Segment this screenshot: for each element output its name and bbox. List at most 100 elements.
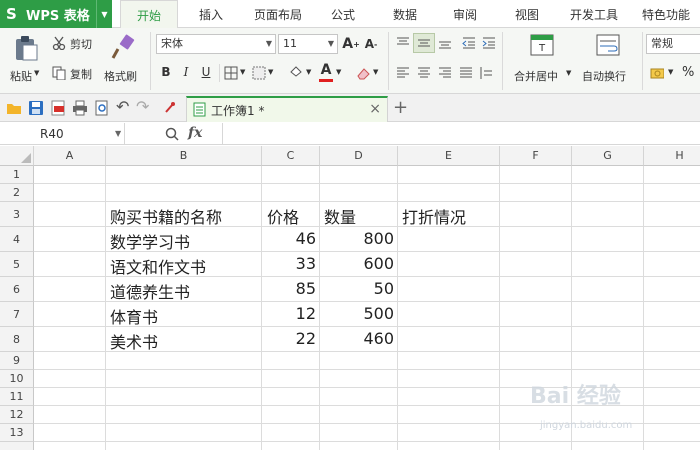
- align-top-icon[interactable]: [396, 36, 410, 50]
- cell-c7[interactable]: 12: [262, 304, 316, 323]
- align-left-icon[interactable]: [396, 66, 410, 80]
- cell-b8[interactable]: 美术书: [110, 329, 158, 353]
- decrease-indent-icon[interactable]: [462, 36, 476, 50]
- export-pdf-icon[interactable]: [50, 100, 66, 116]
- tab-data[interactable]: 数据: [380, 0, 430, 28]
- chevron-down-icon[interactable]: ▼: [268, 68, 273, 76]
- justify-icon[interactable]: [459, 66, 473, 80]
- align-bottom-icon[interactable]: [438, 36, 452, 50]
- insert-function-button[interactable]: fx: [188, 125, 202, 141]
- chevron-down-icon[interactable]: ▼: [240, 68, 245, 76]
- print-icon[interactable]: [72, 100, 88, 116]
- tab-formulas[interactable]: 公式: [318, 0, 368, 28]
- row-header-12[interactable]: 12: [0, 406, 34, 424]
- cell-c4[interactable]: 46: [262, 229, 316, 248]
- column-header-a[interactable]: A: [34, 146, 106, 166]
- underline-icon[interactable]: U: [198, 64, 214, 80]
- increase-indent-icon[interactable]: [482, 36, 496, 50]
- format-painter-button[interactable]: 格式刷: [102, 32, 144, 90]
- font-color-icon[interactable]: A: [318, 62, 334, 78]
- cell-b7[interactable]: 体育书: [110, 304, 158, 328]
- document-tab[interactable]: 工作簿1 * ×: [186, 96, 388, 122]
- font-size-select[interactable]: 11 ▼: [278, 34, 338, 54]
- row-header-5[interactable]: 5: [0, 252, 34, 277]
- tab-developer[interactable]: 开发工具: [564, 0, 624, 28]
- borders-icon[interactable]: [224, 66, 238, 80]
- tab-view[interactable]: 视图: [502, 0, 552, 28]
- row-header-9[interactable]: 9: [0, 352, 34, 370]
- close-icon[interactable]: ×: [369, 101, 381, 117]
- save-icon[interactable]: [28, 100, 44, 116]
- italic-icon[interactable]: I: [178, 64, 194, 80]
- merge-center-button[interactable]: T 合并居中 ▼: [510, 32, 576, 90]
- customize-toolbar-icon[interactable]: [164, 100, 180, 116]
- tab-review[interactable]: 审阅: [440, 0, 490, 28]
- align-middle-button[interactable]: [413, 33, 435, 53]
- row-header-3[interactable]: 3: [0, 202, 34, 227]
- row-header-8[interactable]: 8: [0, 327, 34, 352]
- cell-b4[interactable]: 数学学习书: [110, 229, 190, 253]
- bold-icon[interactable]: B: [158, 64, 174, 80]
- row-header-6[interactable]: 6: [0, 277, 34, 302]
- redo-icon[interactable]: ↷: [136, 97, 152, 116]
- copy-button[interactable]: 复制: [52, 64, 100, 82]
- tab-insert[interactable]: 插入: [186, 0, 236, 28]
- row-header-11[interactable]: 11: [0, 388, 34, 406]
- fill-pattern-icon[interactable]: [252, 66, 266, 80]
- cell-c8[interactable]: 22: [262, 329, 316, 348]
- tab-home[interactable]: 开始: [120, 0, 178, 29]
- cell-c5[interactable]: 33: [262, 254, 316, 273]
- row-header-2[interactable]: 2: [0, 184, 34, 202]
- print-preview-icon[interactable]: [94, 100, 110, 116]
- column-header-f[interactable]: F: [500, 146, 572, 166]
- cell-c3[interactable]: 价格: [267, 204, 299, 228]
- cell-c6[interactable]: 85: [262, 279, 316, 298]
- decrease-font-icon[interactable]: A-: [363, 36, 379, 52]
- clear-format-icon[interactable]: [356, 66, 370, 80]
- formula-input[interactable]: [222, 123, 700, 145]
- cell-d3[interactable]: 数量: [324, 204, 356, 228]
- column-header-b[interactable]: B: [106, 146, 262, 166]
- cell-d4[interactable]: 800: [320, 229, 394, 248]
- chevron-down-icon[interactable]: ▼: [115, 123, 121, 145]
- number-format-select[interactable]: 常规: [646, 34, 700, 54]
- align-center-icon[interactable]: [417, 66, 431, 80]
- new-tab-icon[interactable]: +: [393, 97, 408, 118]
- cell-d5[interactable]: 600: [320, 254, 394, 273]
- column-header-h[interactable]: H: [644, 146, 700, 166]
- undo-icon[interactable]: ↶: [116, 97, 132, 116]
- column-header-e[interactable]: E: [398, 146, 500, 166]
- wrap-text-button[interactable]: 自动换行: [580, 32, 636, 90]
- row-header-13[interactable]: 13: [0, 424, 34, 442]
- row-header-1[interactable]: 1: [0, 166, 34, 184]
- row-header-4[interactable]: 4: [0, 227, 34, 252]
- row-header-10[interactable]: 10: [0, 370, 34, 388]
- chevron-down-icon[interactable]: ▼: [96, 0, 112, 28]
- open-folder-icon[interactable]: [6, 100, 22, 116]
- tab-page-layout[interactable]: 页面布局: [246, 0, 310, 28]
- tab-special[interactable]: 特色功能: [636, 0, 696, 28]
- name-box[interactable]: R40: [0, 123, 125, 145]
- currency-format-icon[interactable]: [650, 66, 664, 80]
- fill-color-icon[interactable]: [288, 64, 302, 78]
- paste-button[interactable]: 粘贴 ▼: [8, 32, 44, 90]
- align-right-icon[interactable]: [438, 66, 452, 80]
- chevron-down-icon[interactable]: ▼: [373, 68, 378, 76]
- row-header-7[interactable]: 7: [0, 302, 34, 327]
- column-header-c[interactable]: C: [262, 146, 320, 166]
- cell-b5[interactable]: 语文和作文书: [110, 254, 206, 278]
- percent-button[interactable]: %: [682, 65, 694, 80]
- chevron-down-icon[interactable]: ▼: [668, 68, 673, 76]
- cell-d6[interactable]: 50: [320, 279, 394, 298]
- zoom-icon[interactable]: [165, 127, 179, 141]
- column-header-d[interactable]: D: [320, 146, 398, 166]
- cell-e3[interactable]: 打折情况: [402, 204, 466, 228]
- cell-d7[interactable]: 500: [320, 304, 394, 323]
- cut-button[interactable]: 剪切: [52, 34, 100, 52]
- cell-d8[interactable]: 460: [320, 329, 394, 348]
- font-name-select[interactable]: 宋体 ▼: [156, 34, 276, 54]
- cell-b6[interactable]: 道德养生书: [110, 279, 190, 303]
- increase-font-icon[interactable]: A +: [342, 36, 360, 52]
- column-header-g[interactable]: G: [572, 146, 644, 166]
- app-menu-button[interactable]: S WPS 表格 ▼: [0, 0, 112, 28]
